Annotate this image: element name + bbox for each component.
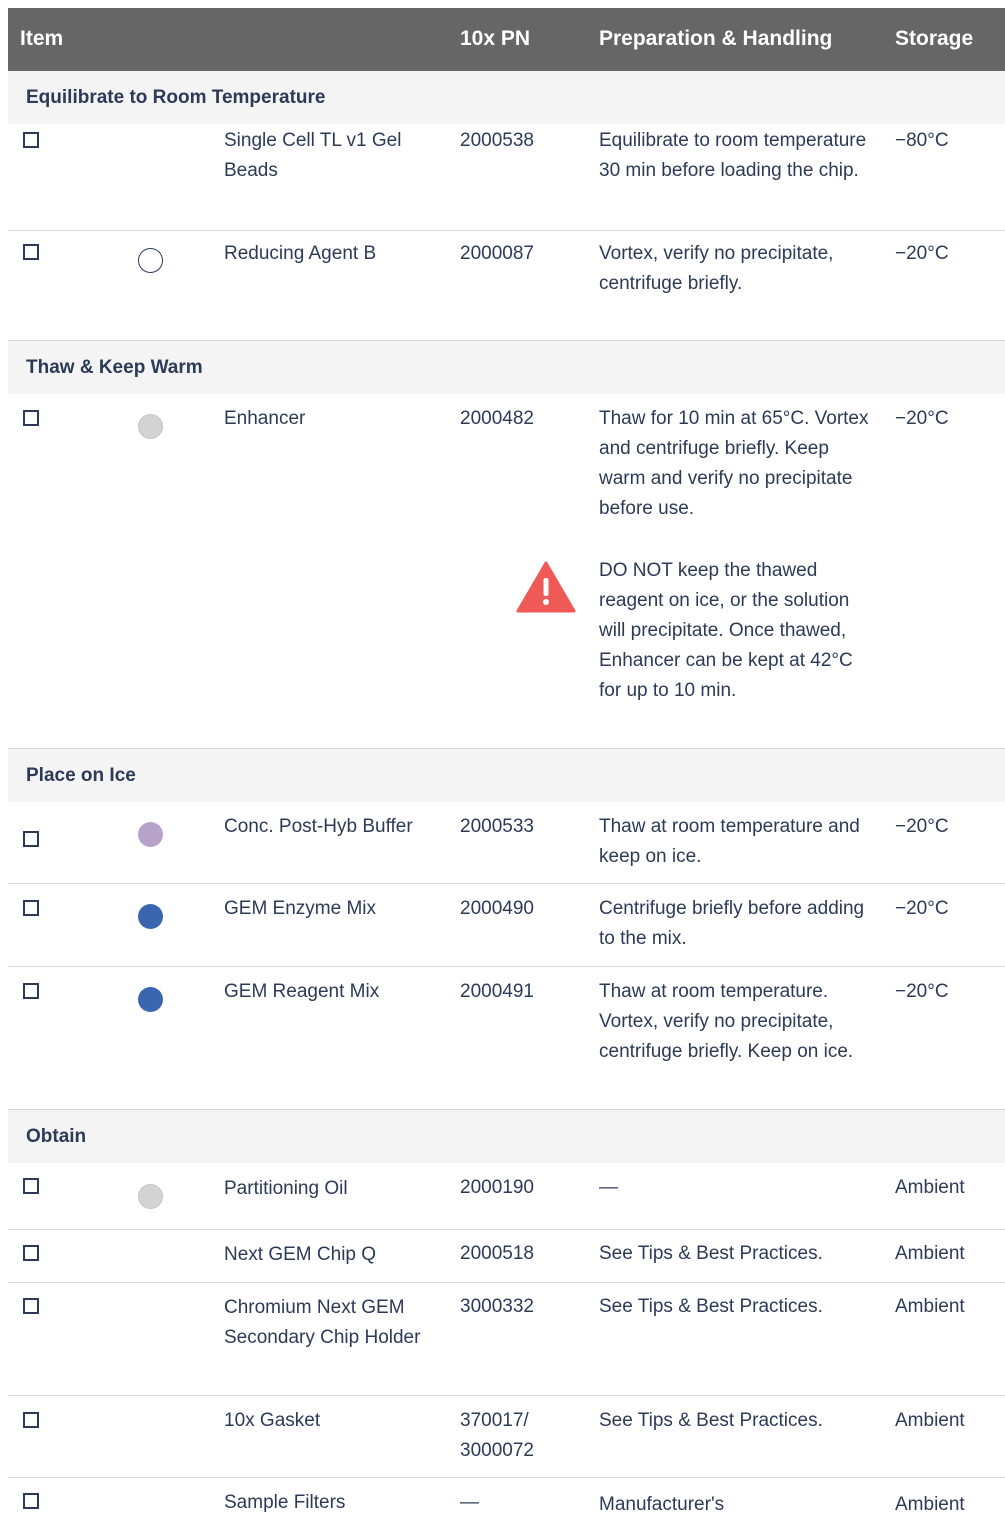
part-number: —: [460, 1492, 479, 1513]
preparation-text: See Tips & Best Practices.: [599, 1243, 823, 1264]
table-row: 10x Gasket 370017/ 3000072 See Tips & Be…: [8, 1396, 1005, 1478]
color-dot-icon: [138, 414, 163, 439]
table-row: Single Cell TL v1 Gel Beads 2000538 Equi…: [8, 124, 1005, 231]
storage-temp: Ambient: [895, 1410, 965, 1431]
table-header: Item 10x PN Preparation & Handling Stora…: [8, 8, 1005, 71]
preparation-text: Thaw for 10 min at 65°C. Vortex and cent…: [599, 408, 869, 519]
section-header: Thaw & Keep Warm: [8, 341, 1005, 394]
header-storage: Storage: [895, 27, 974, 50]
part-number: 2000190: [460, 1177, 534, 1198]
checkbox-icon[interactable]: [23, 1298, 39, 1314]
storage-temp: −80°C: [895, 130, 949, 151]
section-header: Equilibrate to Room Temperature: [8, 71, 1005, 124]
preparation-text: Equilibrate to room temperature 30 min b…: [599, 130, 867, 181]
color-dot-icon: [138, 987, 163, 1012]
checkbox-icon[interactable]: [23, 1412, 39, 1428]
item-name: Partitioning Oil: [224, 1178, 348, 1199]
warning-triangle-icon: [516, 561, 576, 613]
checkbox-icon[interactable]: [23, 244, 39, 260]
table-row: Conc. Post-Hyb Buffer 2000533 Thaw at ro…: [8, 802, 1005, 884]
part-number: 2000490: [460, 898, 534, 919]
preparation-text: —: [599, 1177, 618, 1198]
part-number: 2000482: [460, 408, 534, 429]
item-name: Enhancer: [224, 408, 306, 429]
item-name: Chromium Next GEM Secondary Chip Holder: [224, 1297, 421, 1348]
part-number: 2000538: [460, 130, 534, 151]
storage-temp: −20°C: [895, 816, 949, 837]
table-row: Next GEM Chip Q 2000518 See Tips & Best …: [8, 1230, 1005, 1283]
part-number: 370017/ 3000072: [460, 1410, 534, 1461]
table-row: Partitioning Oil 2000190 — Ambient: [8, 1163, 1005, 1230]
table-row: Chromium Next GEM Secondary Chip Holder …: [8, 1283, 1005, 1396]
checkbox-icon[interactable]: [23, 1245, 39, 1261]
preparation-text: Thaw at room temperature and keep on ice…: [599, 816, 860, 867]
item-name: Conc. Post-Hyb Buffer: [224, 816, 413, 837]
preparation-text: Thaw at room temperature. Vortex, verify…: [599, 981, 854, 1062]
table-row: Sample Filters — Manufacturer's Ambient: [8, 1478, 1005, 1538]
item-name: GEM Enzyme Mix: [224, 898, 377, 919]
storage-temp: −20°C: [895, 243, 949, 264]
preparation-text: Vortex, verify no precipitate, centrifug…: [599, 243, 834, 294]
item-name: Reducing Agent B: [224, 243, 377, 264]
storage-temp: −20°C: [895, 898, 949, 919]
header-prep: Preparation & Handling: [599, 27, 833, 50]
color-dot-icon: [138, 248, 163, 273]
storage-temp: −20°C: [895, 408, 949, 429]
section-header: Place on Ice: [8, 749, 1005, 802]
preparation-text: Manufacturer's: [599, 1494, 725, 1515]
section-title: Thaw & Keep Warm: [26, 357, 203, 378]
storage-temp: Ambient: [895, 1494, 965, 1515]
section-title: Place on Ice: [26, 765, 136, 786]
color-dot-icon: [138, 822, 163, 847]
color-dot-icon: [138, 1184, 163, 1209]
section-title: Equilibrate to Room Temperature: [26, 87, 326, 108]
warning-text: DO NOT keep the thawed reagent on ice, o…: [599, 560, 853, 701]
checkbox-icon[interactable]: [23, 1493, 39, 1509]
table-row: GEM Reagent Mix 2000491 Thaw at room tem…: [8, 967, 1005, 1110]
header-pn: 10x PN: [460, 27, 531, 50]
preparation-text: Centrifuge briefly before adding to the …: [599, 898, 865, 949]
item-name: Sample Filters: [224, 1492, 346, 1513]
checkbox-icon[interactable]: [23, 410, 39, 426]
checkbox-icon[interactable]: [23, 1178, 39, 1194]
table-row: Enhancer 2000482 Thaw for 10 min at 65°C…: [8, 394, 1005, 749]
storage-temp: Ambient: [895, 1243, 965, 1264]
preparation-text: See Tips & Best Practices.: [599, 1296, 823, 1317]
storage-temp: −20°C: [895, 981, 949, 1002]
section-title: Obtain: [26, 1126, 87, 1147]
color-dot-icon: [138, 904, 163, 929]
table-row: GEM Enzyme Mix 2000490 Centrifuge briefl…: [8, 884, 1005, 967]
preparation-text: See Tips & Best Practices.: [599, 1410, 823, 1431]
part-number: 2000491: [460, 981, 534, 1002]
table-row: Reducing Agent B 2000087 Vortex, verify …: [8, 231, 1005, 341]
part-number: 2000087: [460, 243, 534, 264]
checkbox-icon[interactable]: [23, 132, 39, 148]
part-number: 3000332: [460, 1296, 534, 1317]
storage-temp: Ambient: [895, 1177, 965, 1198]
section-header: Obtain: [8, 1110, 1005, 1163]
item-name: 10x Gasket: [224, 1410, 321, 1431]
checkbox-icon[interactable]: [23, 983, 39, 999]
part-number: 2000518: [460, 1243, 534, 1264]
header-item: Item: [20, 27, 64, 50]
item-name: GEM Reagent Mix: [224, 981, 380, 1002]
part-number: 2000533: [460, 816, 534, 837]
item-name: Single Cell TL v1 Gel Beads: [224, 130, 402, 181]
checkbox-icon[interactable]: [23, 900, 39, 916]
item-name: Next GEM Chip Q: [224, 1244, 377, 1265]
storage-temp: Ambient: [895, 1296, 965, 1317]
checkbox-icon[interactable]: [23, 831, 39, 847]
